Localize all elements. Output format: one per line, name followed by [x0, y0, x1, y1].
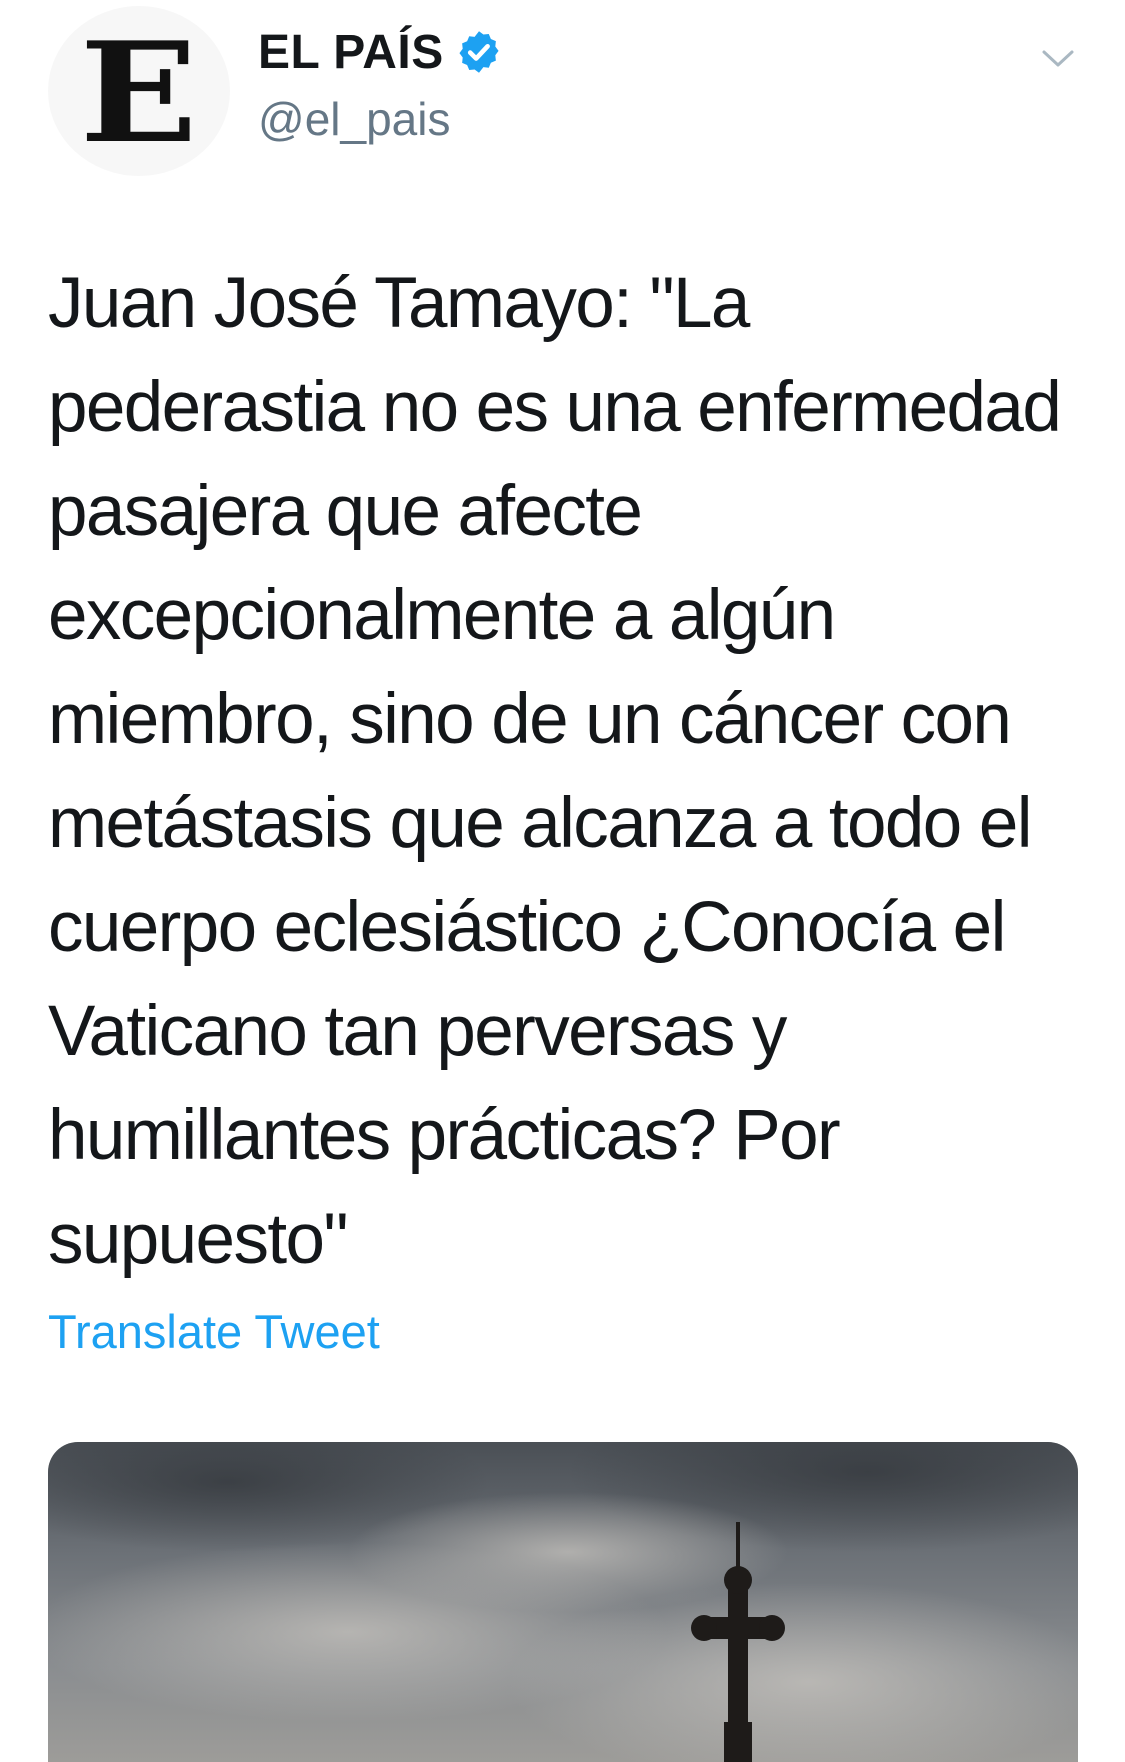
verified-badge-icon	[459, 31, 499, 73]
tweet-header: E EL PAÍS @el_pais	[0, 0, 1125, 190]
el-pais-logo: E	[80, 11, 198, 174]
avatar[interactable]: E	[48, 6, 230, 176]
display-name-row: EL PAÍS	[258, 22, 502, 82]
translate-tweet-link[interactable]: Translate Tweet	[48, 1304, 380, 1359]
church-cross-photo	[48, 1442, 1078, 1762]
tweet-media-image[interactable]	[48, 1442, 1078, 1762]
user-handle[interactable]: @el_pais	[258, 92, 502, 146]
tweet-text: Juan José Tamayo: "La pederastia no es u…	[48, 264, 1062, 1279]
chevron-down-icon[interactable]	[1038, 40, 1078, 76]
author-info[interactable]: EL PAÍS @el_pais	[258, 22, 502, 146]
display-name[interactable]: EL PAÍS	[258, 25, 444, 80]
